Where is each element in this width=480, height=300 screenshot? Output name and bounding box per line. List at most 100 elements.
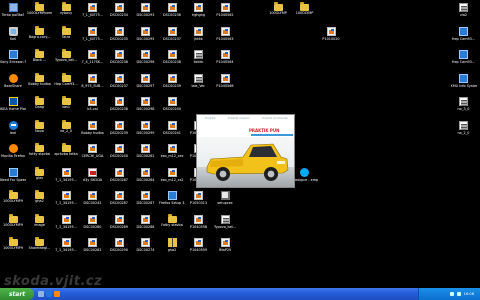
desktop-icon[interactable]: P1040558 xyxy=(186,214,212,237)
desktop-icon[interactable]: P1040566 xyxy=(212,73,238,96)
desktop-icon[interactable]: DSC00274 xyxy=(133,238,159,260)
desktop-icon[interactable]: DSC00290 xyxy=(106,238,132,260)
network-icon[interactable] xyxy=(449,292,454,296)
desktop-icon[interactable]: d3y SKODA xyxy=(80,167,106,190)
desktop-icon[interactable]: zprávba fotka xyxy=(53,143,79,166)
desktop-icon[interactable]: DSC00235 xyxy=(106,26,132,49)
desktop-icon[interactable]: Hep Cam93... xyxy=(53,72,79,96)
desktop-icon[interactable]: DSC00240 xyxy=(106,144,132,166)
desktop-icon[interactable]: Ieal xyxy=(0,120,26,143)
desktop-icon[interactable]: jkkkk xyxy=(186,26,212,49)
desktop-icon[interactable]: Sharethegl... xyxy=(27,237,53,260)
desktop-icon[interactable]: DSC00295 xyxy=(133,26,159,49)
desktop[interactable]: Tento počítač 100OLYMPpom vybavy 7_1_JOE75.… xyxy=(0,0,480,288)
desktop-icon[interactable]: DSC00268 xyxy=(133,214,159,237)
desktop-icon[interactable]: kkkkk xyxy=(186,50,212,72)
desktop-icon[interactable]: DSC00241 xyxy=(159,120,185,143)
desktop-icon[interactable]: CERCHI_UGA xyxy=(80,144,106,166)
show-desktop-icon[interactable] xyxy=(38,291,44,297)
desktop-icon[interactable]: Mozilla Firefox xyxy=(0,144,26,166)
desktop-icon[interactable]: 7_1_JOE75... xyxy=(80,26,106,49)
desktop-icon[interactable]: 7_1_34195... xyxy=(53,214,79,237)
desktop-icon[interactable]: DSC00264 xyxy=(133,167,159,190)
media-player-icon[interactable] xyxy=(54,291,60,297)
desktop-icon[interactable]: DSC00237 xyxy=(106,73,132,96)
desktop-icon[interactable]: 7_1_34195... xyxy=(53,238,79,260)
desktop-icon[interactable]: P1040564 xyxy=(212,50,238,72)
desktop-icon[interactable]: 100OLYMPpom xyxy=(27,2,53,25)
desktop-icon[interactable]: Tento počítač xyxy=(0,3,26,25)
desktop-icon[interactable]: 100OLYMP9 xyxy=(0,213,26,237)
desktop-icon[interactable]: Black ... xyxy=(27,49,53,72)
desktop-icon[interactable]: DSC00267 xyxy=(133,191,159,213)
desktop-icon[interactable]: Nova xyxy=(27,119,53,143)
desktop-icon[interactable]: 7_1_34195... xyxy=(53,167,79,190)
desktop-icon[interactable]: Hep Cam93... xyxy=(451,26,477,49)
desktop-icon[interactable]: na_2_0 xyxy=(53,119,79,143)
desktop-icon[interactable]: Sony Ericsson File Manager xyxy=(0,50,26,72)
desktop-icon[interactable]: DSC00238 xyxy=(159,50,185,72)
desktop-icon[interactable]: DSC00262 xyxy=(133,144,159,166)
desktop-icon[interactable]: DSC00236 xyxy=(159,3,185,25)
desktop-icon[interactable]: vybavy xyxy=(53,2,79,25)
browser-icon[interactable] xyxy=(46,291,52,297)
desktop-icon[interactable]: P1040562 xyxy=(212,3,238,25)
desktop-icon[interactable]: DSC00296 xyxy=(133,50,159,72)
desktop-icon[interactable]: P1050313 xyxy=(186,191,212,213)
desktop-icon[interactable]: DSC00236 xyxy=(106,50,132,72)
desktop-icon[interactable]: vas1 xyxy=(53,96,79,119)
desktop-icon[interactable]: DSC00282 xyxy=(80,238,106,260)
desktop-icon[interactable]: DSC00280 xyxy=(80,214,106,237)
desktop-icon[interactable]: 7_1_34195... xyxy=(53,191,79,213)
desktop-icon[interactable]: 8_975_SUB... xyxy=(80,73,106,96)
desktop-icon[interactable]: P1010020 xyxy=(318,26,344,49)
clock[interactable]: 16:08 xyxy=(464,292,474,296)
desktop-icon[interactable]: Daag xyxy=(27,96,53,119)
desktop-icon[interactable]: Tatra xyxy=(53,25,79,49)
desktop-icon[interactable]: image xyxy=(27,213,53,237)
desktop-icon[interactable]: DSC00289 xyxy=(106,214,132,237)
desktop-icon[interactable]: DSC00239 xyxy=(159,73,185,96)
desktop-icon[interactable]: KMU Info System 1.5 xyxy=(451,73,477,96)
desktop-icon[interactable]: 7_1_JOE75... xyxy=(80,3,106,25)
desktop-icon[interactable]: DSC00298 xyxy=(133,97,159,119)
desktop-icon[interactable]: b3-val xyxy=(80,97,106,119)
desktop-icon[interactable]: P1040563 xyxy=(212,26,238,49)
desktop-icon[interactable]: DSC00299 xyxy=(133,120,159,143)
desktop-icon[interactable]: DSC00297 xyxy=(133,73,159,96)
desktop-icon[interactable]: DSC00242 xyxy=(80,191,106,213)
desktop-icon[interactable]: no_3_0 xyxy=(451,97,477,119)
volume-icon[interactable] xyxy=(456,292,461,296)
desktop-icon[interactable]: DSC00240 xyxy=(159,97,185,119)
desktop-icon[interactable]: Typovo_kat... xyxy=(53,49,79,72)
desktop-icon[interactable]: IKEA Home Planner xyxy=(0,97,26,119)
desktop-icon[interactable]: hghghg xyxy=(186,3,212,25)
desktop-icon[interactable]: DSC00238 xyxy=(106,97,132,119)
desktop-icon[interactable]: DSC00287 xyxy=(106,191,132,213)
desktop-icon[interactable]: Fotky stavba xyxy=(159,213,185,237)
desktop-icon[interactable]: IMaP25 xyxy=(212,238,238,260)
desktop-icon[interactable]: Bobby hudba xyxy=(27,72,53,96)
desktop-icon[interactable]: DSC00287 xyxy=(106,167,132,190)
desktop-icon[interactable]: Firefox Setup 3.0.3 xyxy=(159,191,185,213)
desktop-icon[interactable]: setupcze xyxy=(212,191,238,213)
desktop-icon[interactable]: 100OLYMP xyxy=(265,2,291,25)
start-button[interactable]: start xyxy=(0,288,34,300)
desktop-icon[interactable]: gha2 xyxy=(159,238,185,260)
desktop-icon[interactable]: Hep Cam93... xyxy=(451,50,477,72)
desktop-icon[interactable]: lala_Ver. xyxy=(186,73,212,96)
desktop-icon[interactable]: DSC00237 xyxy=(159,26,185,49)
desktop-icon[interactable]: 100OLYMP9 xyxy=(0,190,26,213)
desktop-icon[interactable]: Zástupce - empres2 xyxy=(292,167,318,190)
desktop-icon[interactable]: DSC00234 xyxy=(106,3,132,25)
desktop-icon[interactable]: gha2 xyxy=(27,190,53,213)
desktop-icon[interactable]: BearShare xyxy=(0,73,26,96)
desktop-icon[interactable]: Typovo_kat... xyxy=(212,214,238,237)
desktop-icon[interactable]: exo_m12_cz2 xyxy=(159,167,185,190)
desktop-icon[interactable]: exo_m12_cez xyxy=(159,144,185,166)
desktop-icon[interactable]: fotky stavba xyxy=(27,143,53,166)
desktop-icon[interactable]: Bobby hudba xyxy=(80,120,106,143)
desktop-icon[interactable]: Bagru.cory... xyxy=(27,25,53,49)
desktop-icon[interactable]: P1040559 xyxy=(186,238,212,260)
desktop-icon[interactable]: na_2_0 xyxy=(451,120,477,143)
